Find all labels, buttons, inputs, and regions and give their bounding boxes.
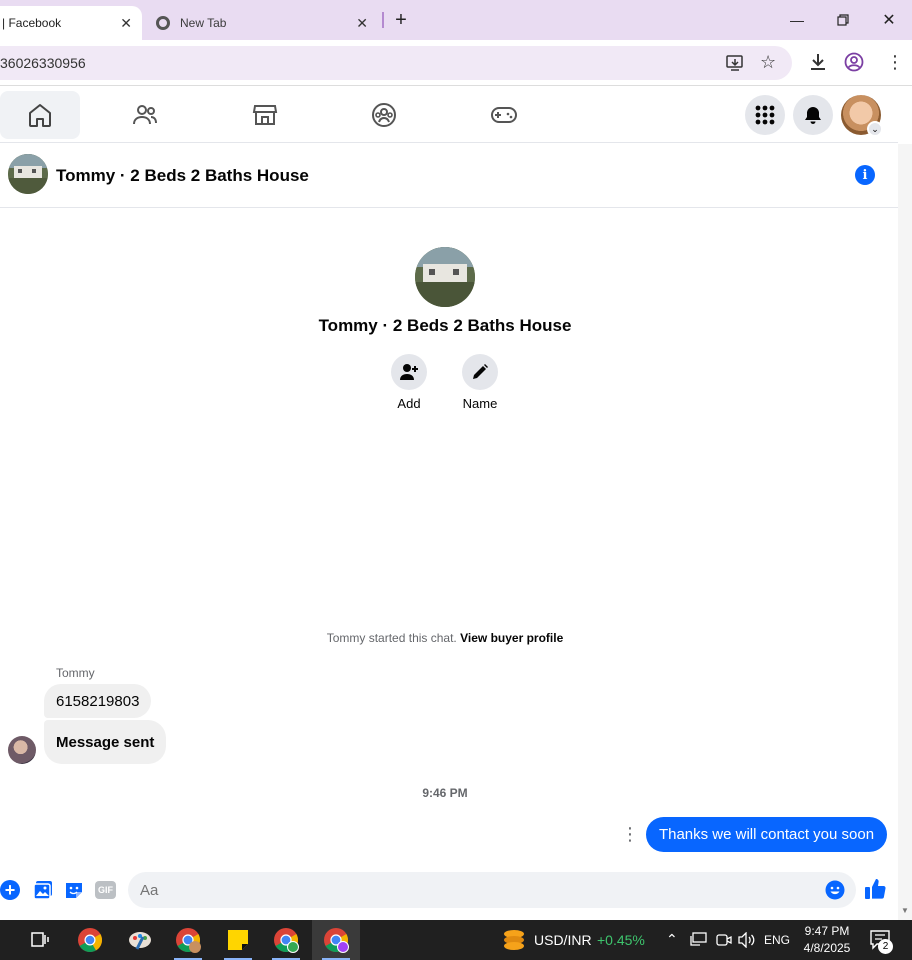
tab-title: New Tab <box>180 16 227 30</box>
language-indicator[interactable]: ENG <box>764 933 790 947</box>
ticker-label[interactable]: USD/INR <box>534 932 592 948</box>
browser-tab-bar: | Facebook ✕ New Tab ✕ + — ✕ <box>0 0 912 40</box>
url-text: 36026330956 <box>0 55 86 71</box>
minimize-icon[interactable]: — <box>782 8 812 32</box>
clock-time: 9:47 PM <box>804 924 850 938</box>
sender-name: Tommy <box>56 666 95 680</box>
windows-taskbar: USD/INR +0.45% ⌃ ENG 9:47 PM 4/8/2025 2 <box>0 920 912 960</box>
marketplace-icon <box>252 105 278 125</box>
message-bubble[interactable]: 6158219803 <box>44 684 152 718</box>
tab-facebook[interactable]: | Facebook ✕ <box>0 6 142 40</box>
scroll-down-arrow[interactable]: ▼ <box>901 906 909 915</box>
bookmark-star-icon[interactable]: ☆ <box>760 52 776 73</box>
add-label: Add <box>397 396 421 411</box>
name-label: Name <box>462 396 498 411</box>
restore-icon[interactable] <box>828 8 858 32</box>
paint-app-icon[interactable] <box>118 920 162 960</box>
url-input[interactable]: 36026330956 ☆ <box>0 46 792 80</box>
emoji-icon[interactable] <box>825 880 845 905</box>
chrome-taskbar-icon[interactable] <box>68 920 112 960</box>
home-icon <box>29 104 51 127</box>
nav-home[interactable] <box>0 91 80 139</box>
message-input[interactable] <box>128 872 856 908</box>
sender-avatar <box>8 736 36 764</box>
attach-photo-icon[interactable] <box>33 880 53 905</box>
message-timestamp: 9:46 PM <box>422 786 468 800</box>
friends-icon <box>133 105 157 125</box>
scrollbar[interactable]: ▼ <box>898 144 912 920</box>
notification-count-badge: 2 <box>878 939 893 954</box>
add-action[interactable]: Add <box>388 354 430 411</box>
groups-icon <box>372 103 396 127</box>
sticker-icon[interactable] <box>64 880 84 905</box>
grid-icon <box>755 105 775 125</box>
listing-avatar[interactable] <box>8 154 48 194</box>
view-buyer-profile-link[interactable]: View buyer profile <box>460 631 563 645</box>
edit-name-button[interactable] <box>462 354 498 390</box>
close-tab-icon[interactable]: ✕ <box>356 15 368 32</box>
currency-ticker-icon[interactable] <box>502 929 526 956</box>
ticker-change: +0.45% <box>597 932 645 948</box>
nav-friends[interactable] <box>105 91 185 139</box>
nav-groups[interactable] <box>344 91 424 139</box>
download-icon[interactable] <box>808 52 828 77</box>
chat-started-notice: Tommy started this chat. View buyer prof… <box>0 631 890 645</box>
message-text: Message sent <box>56 733 155 751</box>
add-person-button[interactable] <box>391 354 427 390</box>
tab-divider <box>382 12 384 28</box>
tab-new-tab[interactable]: New Tab ✕ <box>144 6 380 40</box>
info-icon[interactable]: i <box>855 165 875 185</box>
add-person-icon <box>400 364 418 380</box>
profile-icon[interactable] <box>844 52 864 77</box>
message-options-icon[interactable]: ⋮ <box>621 824 639 844</box>
facebook-navbar: ⌄ <box>0 87 898 143</box>
more-actions-icon[interactable]: + <box>0 880 20 900</box>
chrome-icon <box>156 16 170 30</box>
profile-name: Tommy · 2 Beds 2 Baths House <box>318 316 572 335</box>
chat-title[interactable]: Tommy · 2 Beds 2 Baths House <box>56 166 309 186</box>
network-icon[interactable] <box>690 932 708 953</box>
volume-icon[interactable] <box>738 931 756 953</box>
name-action[interactable]: Name <box>456 354 504 411</box>
like-icon[interactable] <box>864 878 886 905</box>
tab-title: | Facebook <box>2 16 62 30</box>
close-tab-icon[interactable]: ✕ <box>120 15 132 32</box>
chrome-profile-taskbar-icon[interactable] <box>166 920 210 960</box>
nav-marketplace[interactable] <box>225 91 305 139</box>
gif-icon[interactable]: GIF <box>95 881 116 899</box>
new-tab-icon[interactable]: + <box>386 8 416 32</box>
notifications-button[interactable] <box>793 95 833 135</box>
close-window-icon[interactable]: ✕ <box>874 8 904 32</box>
task-view-icon[interactable] <box>18 920 62 960</box>
gamepad-icon <box>491 107 517 123</box>
menu-grid-button[interactable] <box>745 95 785 135</box>
pencil-icon <box>473 364 488 379</box>
chrome-active-taskbar-icon[interactable] <box>312 920 360 960</box>
chevron-down-icon[interactable]: ⌄ <box>867 121 883 137</box>
install-app-icon[interactable] <box>726 54 744 75</box>
nav-gaming[interactable] <box>464 91 544 139</box>
bell-icon <box>805 107 821 124</box>
address-bar-row: 36026330956 ☆ ⋮ <box>0 40 912 86</box>
sent-message-bubble[interactable]: Thanks we will contact you soon <box>646 817 887 852</box>
message-text: Thanks we will contact you soon <box>658 826 875 843</box>
profile-avatar-large <box>415 247 475 307</box>
chevron-up-icon[interactable]: ⌃ <box>666 931 678 948</box>
meet-now-icon[interactable] <box>716 932 732 953</box>
chrome-profile2-taskbar-icon[interactable] <box>264 920 308 960</box>
message-bubble[interactable]: Message sent <box>44 720 167 764</box>
message-text: 6158219803 <box>56 692 140 710</box>
started-text: Tommy started this chat. <box>326 631 457 645</box>
clock[interactable]: 9:47 PM 4/8/2025 <box>796 923 858 957</box>
sticky-notes-icon[interactable] <box>216 920 260 960</box>
more-menu-icon[interactable]: ⋮ <box>886 52 904 72</box>
clock-date: 4/8/2025 <box>803 941 851 955</box>
chat-header: Tommy · 2 Beds 2 Baths House i <box>0 144 898 208</box>
